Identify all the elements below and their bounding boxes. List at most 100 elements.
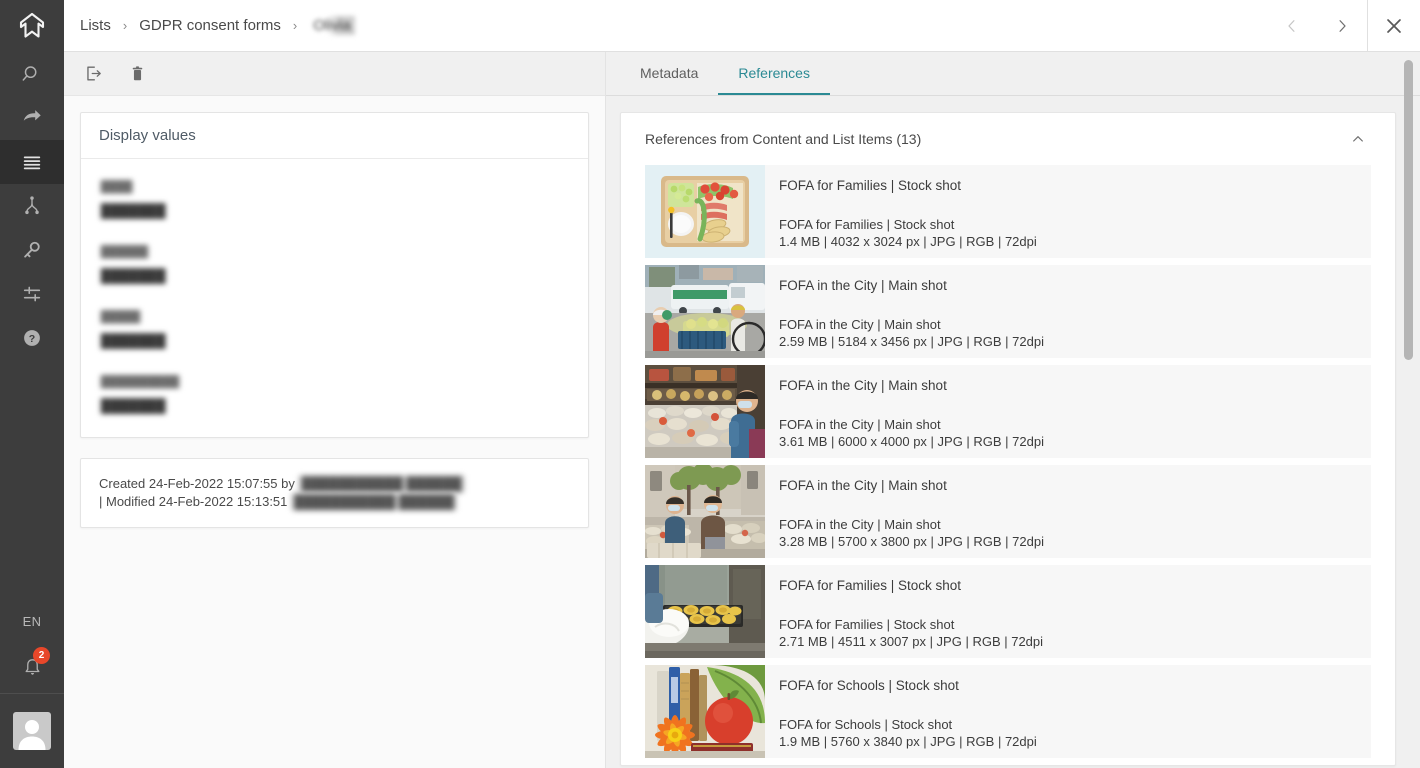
avatar[interactable] xyxy=(0,694,64,768)
app-logo[interactable] xyxy=(0,0,64,52)
reference-row[interactable]: FOFA for Families | Stock shot FOFA for … xyxy=(645,565,1371,658)
reference-title: FOFA in the City | Main shot xyxy=(779,378,947,393)
rail-item-list: ? xyxy=(0,52,64,360)
reference-text: FOFA for Families | Stock shot FOFA for … xyxy=(765,165,1037,258)
field-label: ██████ xyxy=(99,246,150,259)
tab-bar: Metadata References xyxy=(606,52,1420,96)
reference-title: FOFA for Families | Stock shot xyxy=(779,178,962,193)
notifications-button[interactable]: 2 xyxy=(0,641,64,693)
reference-title: FOFA for Schools | Stock shot xyxy=(779,678,959,693)
previous-item-button[interactable] xyxy=(1267,0,1317,52)
chevron-up-icon xyxy=(1353,136,1363,142)
notification-count-badge: 2 xyxy=(33,647,50,664)
key-icon xyxy=(24,241,40,258)
reference-thumbnail xyxy=(645,265,765,358)
breadcrumb-item-gdpr-consent-forms[interactable]: GDPR consent forms xyxy=(139,17,281,34)
breadcrumb-item-lists[interactable]: Lists xyxy=(80,17,111,34)
sliders-icon xyxy=(23,286,41,302)
reference-text: FOFA in the City | Main shot FOFA in the… xyxy=(765,465,1044,558)
reference-title: FOFA for Families | Stock shot xyxy=(779,578,962,593)
field-value: ███████ xyxy=(99,333,168,349)
list-lines-icon xyxy=(23,156,41,170)
audit-modified-text: | Modified 24-Feb-2022 15:13:51 xyxy=(99,494,288,509)
sidebar-item-share[interactable] xyxy=(0,96,64,140)
reference-thumbnail xyxy=(645,665,765,758)
reference-text: FOFA in the City | Main shot FOFA in the… xyxy=(765,365,1044,458)
display-values-body: ████ ███████ ██████ ███████ █████ ██████… xyxy=(81,159,588,437)
reference-row[interactable]: FOFA in the City | Main shot FOFA in the… xyxy=(645,365,1371,458)
sidebar-item-taxonomy[interactable] xyxy=(0,184,64,228)
reference-row[interactable]: FOFA in the City | Main shot FOFA in the… xyxy=(645,265,1371,358)
top-bar: Lists › GDPR consent forms › Olivia xyxy=(64,0,1420,52)
audit-modified-line: | Modified 24-Feb-2022 15:13:51 ████████… xyxy=(99,493,570,511)
export-out-icon xyxy=(86,66,101,81)
left-nav-rail: ? EN 2 xyxy=(0,0,64,768)
share-arrow-icon xyxy=(23,110,41,121)
reference-text: FOFA for Families | Stock shot FOFA for … xyxy=(765,565,1043,658)
audit-created-user: ███████████ ██████ xyxy=(298,475,465,493)
reference-row[interactable]: FOFA for Families | Stock shot FOFA for … xyxy=(645,165,1371,258)
tab-metadata[interactable]: Metadata xyxy=(620,52,718,95)
display-value-field: ██████ ███████ xyxy=(99,242,570,285)
question-circle-icon: ? xyxy=(24,330,40,346)
close-button[interactable] xyxy=(1368,0,1420,52)
user-avatar-icon xyxy=(13,712,51,750)
reference-meta: 1.9 MB | 5760 x 3840 px | JPG | RGB | 72… xyxy=(779,734,1037,749)
field-value: ███████ xyxy=(99,203,168,219)
content-body: Display values ████ ███████ ██████ █████… xyxy=(64,52,1420,768)
reference-title: FOFA in the City | Main shot xyxy=(779,278,947,293)
reference-meta: 2.71 MB | 4511 x 3007 px | JPG | RGB | 7… xyxy=(779,634,1044,649)
scrollbar-thumb[interactable] xyxy=(1404,60,1413,360)
references-scroll-area[interactable]: References from Content and List Items (… xyxy=(606,96,1420,768)
reference-row[interactable]: FOFA in the City | Main shot FOFA in the… xyxy=(645,465,1371,558)
collapse-references-button[interactable] xyxy=(1345,126,1371,152)
reference-meta: 3.28 MB | 5700 x 3800 px | JPG | RGB | 7… xyxy=(779,534,1044,549)
references-title: References from Content and List Items (… xyxy=(645,131,922,147)
display-values-title: Display values xyxy=(99,127,196,144)
close-icon xyxy=(1387,18,1401,33)
reference-meta: 2.59 MB | 5184 x 3456 px | JPG | RGB | 7… xyxy=(779,334,1044,349)
application-window: ? EN 2 Lists › GDPR consent forms › Oliv… xyxy=(0,0,1420,768)
reference-thumbnail xyxy=(645,365,765,458)
audit-info-card: Created 24-Feb-2022 15:07:55 by ████████… xyxy=(80,458,589,528)
export-item-button[interactable] xyxy=(78,59,108,89)
main-region: Lists › GDPR consent forms › Olivia Disp… xyxy=(64,0,1420,768)
breadcrumb: Lists › GDPR consent forms › Olivia xyxy=(64,16,1267,35)
reference-subtitle: FOFA in the City | Main shot xyxy=(779,517,941,532)
tab-references[interactable]: References xyxy=(718,52,830,95)
sidebar-item-search[interactable] xyxy=(0,52,64,96)
taxonomy-tree-icon xyxy=(25,196,39,215)
display-values-card: Display values ████ ███████ ██████ █████… xyxy=(80,112,589,438)
sidebar-item-permissions[interactable] xyxy=(0,228,64,272)
display-value-field: ████ ███████ xyxy=(99,177,570,220)
breadcrumb-separator: › xyxy=(122,18,128,33)
top-nav-controls xyxy=(1267,0,1420,52)
field-label: █████ xyxy=(99,311,142,324)
sidebar-item-settings[interactable] xyxy=(0,272,64,316)
references-card: References from Content and List Items (… xyxy=(620,112,1396,766)
reference-subtitle: FOFA in the City | Main shot xyxy=(779,317,941,332)
next-item-button[interactable] xyxy=(1317,0,1367,52)
reference-thumbnail xyxy=(645,165,765,258)
field-value: ███████ xyxy=(99,268,168,284)
reference-subtitle: FOFA for Families | Stock shot xyxy=(779,217,955,232)
svg-text:?: ? xyxy=(29,333,35,345)
search-icon xyxy=(22,66,37,81)
reference-subtitle: FOFA in the City | Main shot xyxy=(779,417,941,432)
sidebar-item-help[interactable]: ? xyxy=(0,316,64,360)
reference-subtitle: FOFA for Schools | Stock shot xyxy=(779,717,953,732)
details-content: Display values ████ ███████ ██████ █████… xyxy=(64,96,605,768)
item-toolbar xyxy=(64,52,605,96)
reference-row[interactable]: FOFA for Schools | Stock shot FOFA for S… xyxy=(645,665,1371,758)
reference-thumbnail xyxy=(645,465,765,558)
field-label: ████ xyxy=(99,181,135,194)
breadcrumb-item-current: Olivia xyxy=(309,16,355,35)
delete-item-button[interactable] xyxy=(122,59,152,89)
audit-created-line: Created 24-Feb-2022 15:07:55 by ████████… xyxy=(99,475,570,493)
field-value: ███████ xyxy=(99,398,168,414)
references-pane: Metadata References References from Cont… xyxy=(606,52,1420,768)
sidebar-item-lists[interactable] xyxy=(0,140,64,184)
reference-meta: 3.61 MB | 6000 x 4000 px | JPG | RGB | 7… xyxy=(779,434,1044,449)
display-values-header: Display values xyxy=(81,113,588,159)
language-selector[interactable]: EN xyxy=(0,601,64,641)
